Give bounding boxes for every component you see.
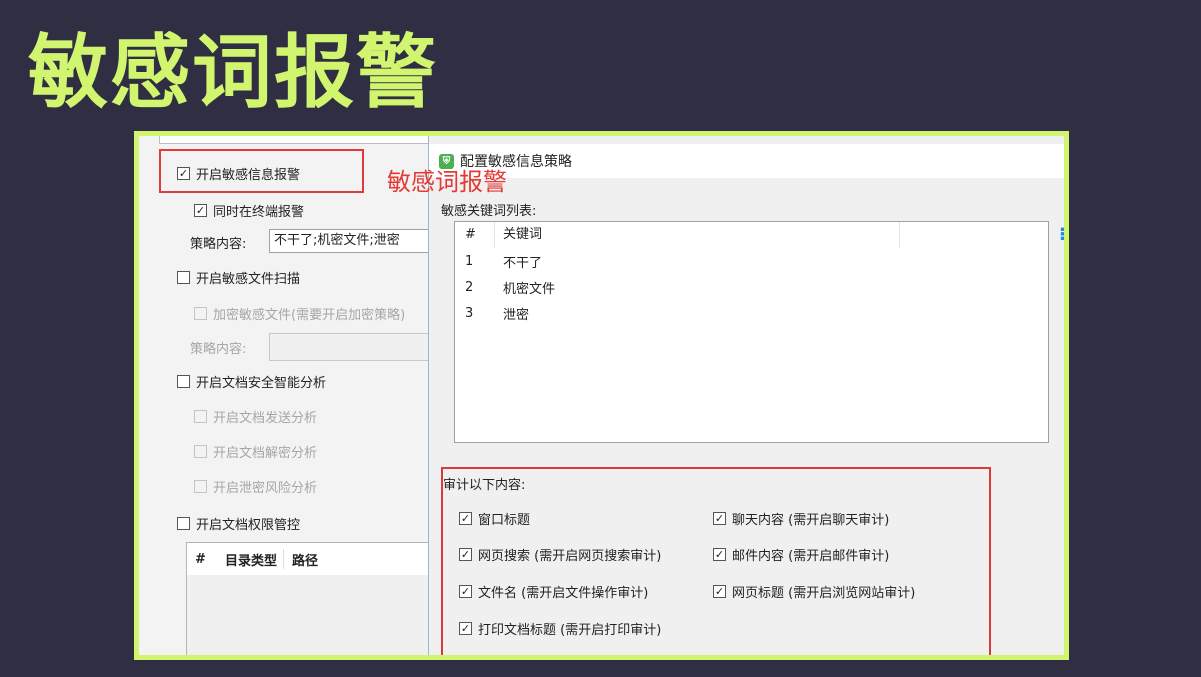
directory-table-header: # 目录类型 路径 xyxy=(187,543,428,575)
encrypt-sensitive-files-label: 加密敏感文件(需要开启加密策略) xyxy=(213,308,406,323)
doc-decrypt-analysis-label: 开启文档解密分析 xyxy=(213,446,318,461)
also-alarm-on-terminal-checkbox[interactable]: ✓ xyxy=(194,204,207,217)
doc-send-analysis[interactable]: 开启文档发送分析 xyxy=(194,407,317,426)
doc-send-analysis-label: 开启文档发送分析 xyxy=(213,411,318,426)
col-index-header: # xyxy=(455,222,495,248)
table-row[interactable]: 1 不干了 xyxy=(455,248,1048,274)
dialog-titlebar: ⛨ 配置敏感信息策略 xyxy=(429,144,1064,178)
partial-icon: ⁝ xyxy=(1059,224,1064,284)
enable-doc-security-analysis[interactable]: 开启文档安全智能分析 xyxy=(177,372,326,391)
doc-decrypt-analysis[interactable]: 开启文档解密分析 xyxy=(194,442,317,461)
leak-risk-analysis-label: 开启泄密风险分析 xyxy=(213,481,318,496)
col-path-header: 路径 xyxy=(292,553,319,569)
audit-window-title[interactable]: ✓ 窗口标题 xyxy=(459,509,530,528)
audit-email-content-checkbox[interactable]: ✓ xyxy=(713,548,726,561)
row-index: 3 xyxy=(465,305,474,321)
encrypt-sensitive-files-checkbox[interactable] xyxy=(194,307,207,320)
strategy-content-field[interactable]: 不干了;机密文件;泄密 xyxy=(269,229,428,253)
leak-risk-analysis-checkbox[interactable] xyxy=(194,480,207,493)
audit-title: 审计以下内容: xyxy=(443,478,526,493)
audit-chat-content[interactable]: ✓ 聊天内容 (需开启聊天审计) xyxy=(713,509,889,528)
directory-table: # 目录类型 路径 xyxy=(186,542,428,655)
audit-web-title-checkbox[interactable]: ✓ xyxy=(713,585,726,598)
keyword-list-label: 敏感关键词列表: xyxy=(441,204,537,219)
audit-email-content[interactable]: ✓ 邮件内容 (需开启邮件审计) xyxy=(713,545,889,564)
col-index-header: # xyxy=(195,551,206,567)
audit-window-title-label: 窗口标题 xyxy=(478,513,531,528)
panel-top-edge xyxy=(159,136,428,144)
slide-title: 敏感词报警 xyxy=(28,26,438,119)
enable-sensitive-info-alarm-label: 开启敏感信息报警 xyxy=(196,168,301,183)
enable-doc-security-analysis-label: 开启文档安全智能分析 xyxy=(196,376,327,391)
doc-decrypt-analysis-checkbox[interactable] xyxy=(194,445,207,458)
table-row[interactable]: 2 机密文件 xyxy=(455,274,1048,300)
screenshot-frame: ✓ 开启敏感信息报警 ✓ 同时在终端报警 策略内容: 不干了;机密文件;泄密 开… xyxy=(134,131,1069,660)
leak-risk-analysis[interactable]: 开启泄密风险分析 xyxy=(194,477,317,496)
table-row[interactable]: 3 泄密 xyxy=(455,300,1048,326)
audit-web-title[interactable]: ✓ 网页标题 (需开启浏览网站审计) xyxy=(713,582,915,601)
audit-print-title[interactable]: ✓ 打印文档标题 (需开启打印审计) xyxy=(459,619,661,638)
audit-print-title-checkbox[interactable]: ✓ xyxy=(459,622,472,635)
doc-permission-control-label: 开启文档权限管控 xyxy=(196,518,301,533)
audit-web-search-label: 网页搜索 (需开启网页搜索审计) xyxy=(478,549,662,564)
enable-sensitive-file-scan-checkbox[interactable] xyxy=(177,271,190,284)
keyword-table-header: # 关键词 xyxy=(455,222,1048,248)
audit-chat-content-checkbox[interactable]: ✓ xyxy=(713,512,726,525)
audit-file-name[interactable]: ✓ 文件名 (需开启文件操作审计) xyxy=(459,582,648,601)
strategy-content-label-2: 策略内容: xyxy=(190,342,247,357)
col-dir-type-header: 目录类型 xyxy=(225,553,278,569)
enable-sensitive-file-scan[interactable]: 开启敏感文件扫描 xyxy=(177,268,300,287)
row-index: 2 xyxy=(465,279,474,295)
audit-print-title-label: 打印文档标题 (需开启打印审计) xyxy=(478,623,662,638)
also-alarm-on-terminal-label: 同时在终端报警 xyxy=(213,205,305,220)
audit-content-group: 审计以下内容: ✓ 窗口标题 ✓ 聊天内容 (需开启聊天审计) ✓ 网页搜索 (… xyxy=(441,467,991,655)
enable-sensitive-info-alarm[interactable]: ✓ 开启敏感信息报警 xyxy=(177,164,300,183)
keyword-table: # 关键词 1 不干了 2 机密文件 3 泄密 xyxy=(454,221,1049,443)
col-keyword-header: 关键词 xyxy=(495,222,900,248)
policy-settings-panel: ✓ 开启敏感信息报警 ✓ 同时在终端报警 策略内容: 不干了;机密文件;泄密 开… xyxy=(139,136,428,655)
enable-sensitive-info-alarm-checkbox[interactable]: ✓ xyxy=(177,167,190,180)
doc-permission-control[interactable]: 开启文档权限管控 xyxy=(177,514,300,533)
audit-email-content-label: 邮件内容 (需开启邮件审计) xyxy=(732,549,890,564)
doc-permission-control-checkbox[interactable] xyxy=(177,517,190,530)
audit-window-title-checkbox[interactable]: ✓ xyxy=(459,512,472,525)
row-keyword: 机密文件 xyxy=(503,281,556,297)
row-keyword: 泄密 xyxy=(503,307,530,323)
audit-file-name-checkbox[interactable]: ✓ xyxy=(459,585,472,598)
sensitive-info-policy-dialog: ⛨ 配置敏感信息策略 敏感关键词列表: # 关键词 1 不干了 2 机密文件 3… xyxy=(428,136,1064,655)
also-alarm-on-terminal[interactable]: ✓ 同时在终端报警 xyxy=(194,201,304,220)
audit-chat-content-label: 聊天内容 (需开启聊天审计) xyxy=(732,513,890,528)
audit-web-search[interactable]: ✓ 网页搜索 (需开启网页搜索审计) xyxy=(459,545,661,564)
enable-doc-security-analysis-checkbox[interactable] xyxy=(177,375,190,388)
row-index: 1 xyxy=(465,253,474,269)
annotation-label: 敏感词报警 xyxy=(387,168,507,196)
audit-web-search-checkbox[interactable]: ✓ xyxy=(459,548,472,561)
doc-send-analysis-checkbox[interactable] xyxy=(194,410,207,423)
screenshot-content: ✓ 开启敏感信息报警 ✓ 同时在终端报警 策略内容: 不干了;机密文件;泄密 开… xyxy=(139,136,1064,655)
row-keyword: 不干了 xyxy=(503,255,543,271)
audit-web-title-label: 网页标题 (需开启浏览网站审计) xyxy=(732,586,916,601)
strategy-content-field-2[interactable] xyxy=(269,333,428,361)
encrypt-sensitive-files[interactable]: 加密敏感文件(需要开启加密策略) xyxy=(194,304,405,323)
audit-file-name-label: 文件名 (需开启文件操作审计) xyxy=(478,586,649,601)
strategy-content-label: 策略内容: xyxy=(190,237,247,252)
enable-sensitive-file-scan-label: 开启敏感文件扫描 xyxy=(196,272,301,287)
